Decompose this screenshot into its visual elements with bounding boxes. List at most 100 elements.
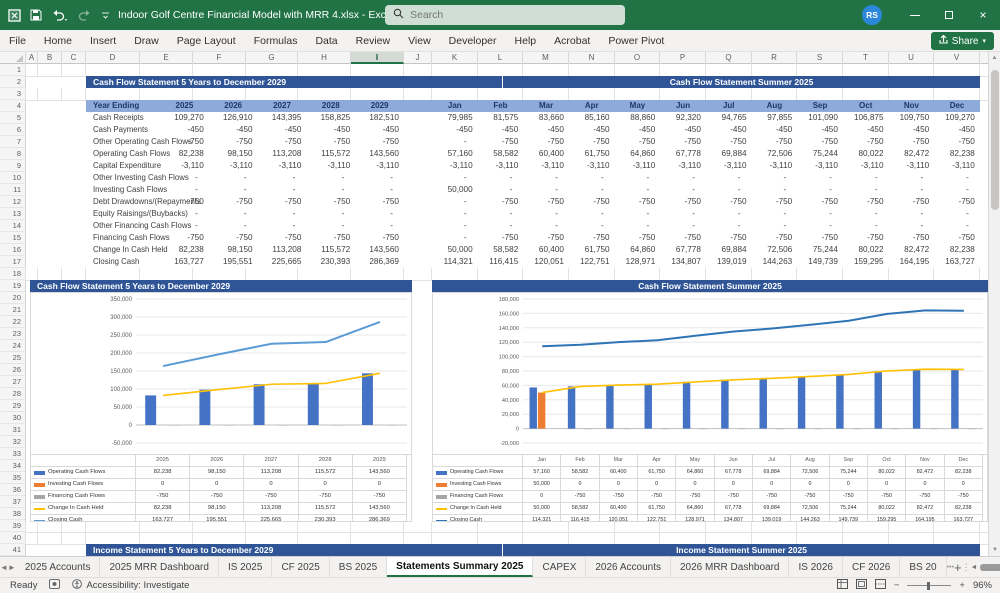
- statement-month-header[interactable]: May: [614, 100, 661, 112]
- statement-cell[interactable]: -: [258, 220, 307, 232]
- row-header-31[interactable]: 31: [0, 424, 25, 436]
- row-header-1[interactable]: 1: [0, 64, 25, 76]
- statement-row-label[interactable]: Other Investing Cash Flows: [86, 172, 189, 184]
- column-header-C[interactable]: C: [62, 52, 86, 64]
- statement-cell[interactable]: -750: [258, 232, 307, 244]
- statement-cell[interactable]: -: [478, 220, 524, 232]
- row-header-10[interactable]: 10: [0, 172, 25, 184]
- row-header-5[interactable]: 5: [0, 112, 25, 124]
- row-header-14[interactable]: 14: [0, 220, 25, 232]
- statement-cell[interactable]: -: [209, 172, 258, 184]
- statement-cell[interactable]: -: [752, 172, 798, 184]
- statement-cell[interactable]: -: [934, 208, 980, 220]
- zoom-slider-thumb[interactable]: [927, 582, 931, 590]
- statement-cell[interactable]: -: [209, 220, 258, 232]
- row-header-4[interactable]: 4: [0, 100, 25, 112]
- ribbon-tab-view[interactable]: View: [399, 30, 440, 52]
- statement-cell[interactable]: 109,270: [934, 112, 980, 124]
- statement-cell[interactable]: -: [934, 184, 980, 196]
- statement-cell[interactable]: -750: [306, 196, 355, 208]
- restore-button[interactable]: [932, 0, 966, 30]
- statement-cell[interactable]: 98,150: [209, 148, 258, 160]
- column-header-M[interactable]: M: [523, 52, 569, 64]
- row-header-37[interactable]: 37: [0, 496, 25, 508]
- row-header-12[interactable]: 12: [0, 196, 25, 208]
- statement-cell[interactable]: 83,660: [523, 112, 569, 124]
- statement-year-header[interactable]: 2029: [355, 100, 404, 112]
- statement-cell[interactable]: 143,560: [355, 148, 404, 160]
- statement-cell[interactable]: -: [355, 172, 404, 184]
- scroll-up-icon[interactable]: ▲: [989, 52, 1000, 64]
- statement-cell[interactable]: -: [615, 172, 661, 184]
- statement-cell[interactable]: -: [797, 220, 843, 232]
- statement-cell[interactable]: 69,884: [706, 148, 752, 160]
- statement-cell[interactable]: -: [160, 208, 209, 220]
- column-header-A[interactable]: A: [26, 52, 38, 64]
- statement-spacer-cell[interactable]: [404, 112, 432, 124]
- row-header-39[interactable]: 39: [0, 520, 25, 532]
- statement-cell[interactable]: -: [615, 208, 661, 220]
- statement-cell[interactable]: 225,665: [258, 256, 307, 268]
- column-header-G[interactable]: G: [246, 52, 298, 64]
- row-header-27[interactable]: 27: [0, 376, 25, 388]
- statement-cell[interactable]: -: [432, 220, 478, 232]
- page-break-view-icon[interactable]: [874, 579, 886, 592]
- statement-cell[interactable]: 98,150: [209, 244, 258, 256]
- statement-cell[interactable]: -750: [569, 232, 615, 244]
- ribbon-tab-power-pivot[interactable]: Power Pivot: [599, 30, 673, 52]
- statement-cell[interactable]: -: [523, 208, 569, 220]
- statement-cell[interactable]: -750: [797, 232, 843, 244]
- row-header-30[interactable]: 30: [0, 412, 25, 424]
- statement-cell[interactable]: -: [843, 208, 889, 220]
- statement-cell[interactable]: -: [432, 196, 478, 208]
- accessibility-status[interactable]: Accessibility: Investigate: [86, 580, 189, 591]
- statement-cell[interactable]: 286,369: [355, 256, 404, 268]
- statement-cell[interactable]: -: [569, 184, 615, 196]
- page-layout-view-icon[interactable]: [855, 579, 867, 592]
- statement-cell[interactable]: -: [706, 208, 752, 220]
- statement-row-label[interactable]: Other Financing Cash Flows: [86, 220, 191, 232]
- statement-spacer-cell[interactable]: [404, 124, 432, 136]
- statement-row-label[interactable]: Financing Cash Flows: [86, 232, 170, 244]
- statement-cell[interactable]: 80,022: [843, 148, 889, 160]
- statement-cell[interactable]: -: [843, 172, 889, 184]
- statement-cell[interactable]: -750: [523, 136, 569, 148]
- statement-cell[interactable]: -750: [706, 196, 752, 208]
- ribbon-tab-developer[interactable]: Developer: [440, 30, 506, 52]
- ribbon-tab-help[interactable]: Help: [506, 30, 546, 52]
- row-header-25[interactable]: 25: [0, 352, 25, 364]
- zoom-in-button[interactable]: +: [959, 580, 965, 591]
- hscroll-left-icon[interactable]: ◄: [971, 564, 978, 571]
- statement-cell[interactable]: -: [569, 220, 615, 232]
- ribbon-tab-page-layout[interactable]: Page Layout: [168, 30, 245, 52]
- column-header-I[interactable]: I: [351, 52, 404, 64]
- statement-cell[interactable]: 143,560: [355, 244, 404, 256]
- statement-cell[interactable]: -750: [934, 136, 980, 148]
- statement-cell[interactable]: -: [706, 172, 752, 184]
- statement-cell[interactable]: 82,238: [160, 244, 209, 256]
- save-icon[interactable]: [30, 9, 42, 21]
- zoom-level[interactable]: 96%: [973, 580, 992, 591]
- statement-month-header[interactable]: Dec: [934, 100, 980, 112]
- statement-spacer-cell[interactable]: [404, 148, 432, 160]
- statement-cell[interactable]: -750: [843, 196, 889, 208]
- statement-cell[interactable]: 72,506: [752, 148, 798, 160]
- statement-cell[interactable]: 230,393: [306, 256, 355, 268]
- row-header-38[interactable]: 38: [0, 508, 25, 520]
- statement-cell[interactable]: 195,551: [209, 256, 258, 268]
- row-header-11[interactable]: 11: [0, 184, 25, 196]
- statement-cell[interactable]: 158,825: [306, 112, 355, 124]
- statement-cell[interactable]: -3,110: [706, 160, 752, 172]
- statement-cell[interactable]: -3,110: [843, 160, 889, 172]
- statement-cell[interactable]: 50,000: [432, 184, 478, 196]
- statement-cell[interactable]: 72,506: [752, 244, 798, 256]
- statement-cell[interactable]: 97,855: [752, 112, 798, 124]
- statement-cell[interactable]: -750: [355, 232, 404, 244]
- statement-year-header[interactable]: 2025: [160, 100, 209, 112]
- statement-cell[interactable]: -750: [934, 196, 980, 208]
- statement-month-header[interactable]: Mar: [523, 100, 569, 112]
- statement-cell[interactable]: -750: [355, 136, 404, 148]
- user-avatar[interactable]: RS: [862, 5, 882, 25]
- statement-cell[interactable]: -: [615, 184, 661, 196]
- statement-cell[interactable]: -: [478, 184, 524, 196]
